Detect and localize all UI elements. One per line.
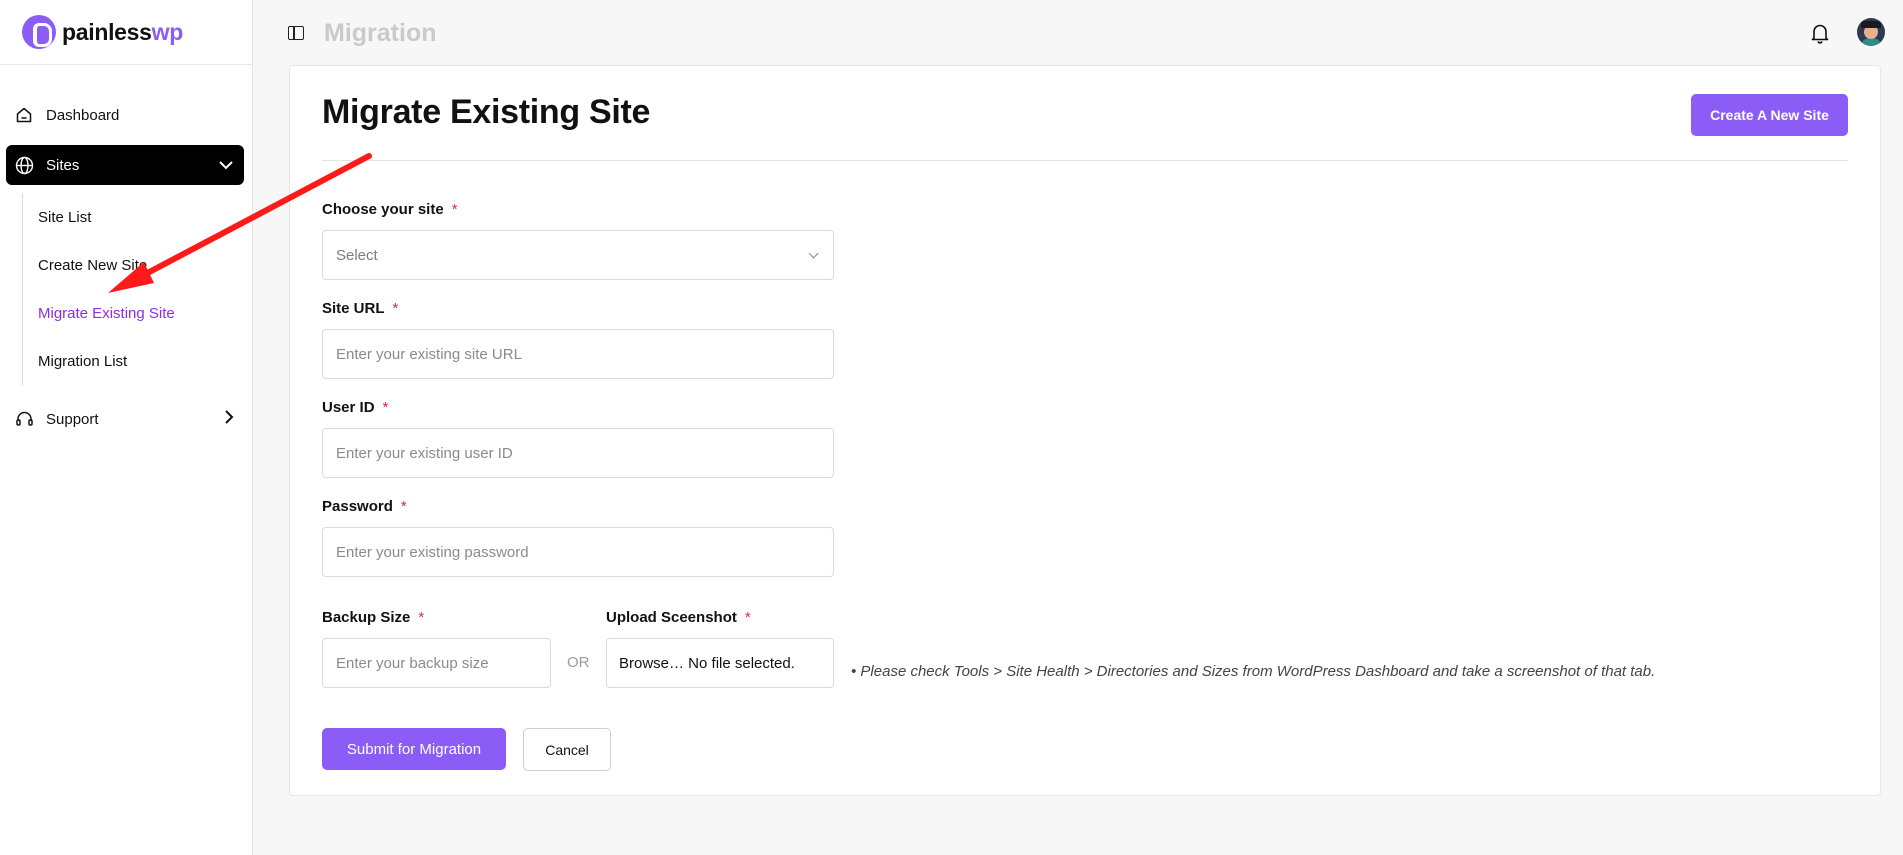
sidebar-item-support[interactable]: Support: [6, 399, 244, 439]
sidebar-item-label: Dashboard: [46, 106, 120, 124]
user-id-input[interactable]: [322, 428, 834, 478]
submit-for-migration-button[interactable]: Submit for Migration: [322, 728, 506, 770]
home-icon: [14, 105, 34, 125]
sidebar-nav: Dashboard Sites Site List Create New Sit…: [0, 65, 252, 439]
painlesswp-logo-icon: [22, 15, 56, 49]
password-input[interactable]: [322, 527, 834, 577]
notification-bell-icon[interactable]: [1810, 22, 1830, 44]
file-input-value: Browse… No file selected.: [619, 654, 795, 672]
chevron-down-icon[interactable]: [218, 157, 234, 174]
sidebar-item-label: Support: [46, 410, 99, 428]
chevron-right-icon[interactable]: [224, 409, 234, 429]
site-url-input[interactable]: [322, 329, 834, 379]
sidebar: painlesswp Dashboard Sites Site List Cre…: [0, 0, 253, 855]
page-header-title: Migration: [324, 18, 437, 47]
submenu-item-migrate-existing-site[interactable]: Migrate Existing Site: [38, 289, 252, 337]
user-avatar[interactable]: [1857, 18, 1885, 46]
submenu-item-site-list[interactable]: Site List: [38, 193, 252, 241]
sidebar-toggle-icon[interactable]: [288, 26, 304, 40]
backup-size-input[interactable]: [322, 638, 551, 688]
submenu-item-migration-list[interactable]: Migration List: [38, 337, 252, 385]
password-label: Password *: [322, 498, 407, 515]
brand-name: painlesswp: [62, 18, 183, 45]
globe-icon: [14, 155, 34, 175]
sites-submenu: Site List Create New Site Migrate Existi…: [22, 193, 252, 385]
choose-site-label: Choose your site *: [322, 201, 458, 218]
create-new-site-button[interactable]: Create A New Site: [1691, 94, 1848, 136]
choose-site-selected-value: Select: [336, 246, 378, 264]
page-title: Migrate Existing Site: [322, 93, 651, 131]
brand-logo[interactable]: painlesswp: [0, 0, 252, 65]
migration-form-card: Migrate Existing Site Create A New Site …: [289, 65, 1881, 796]
chevron-down-icon: [808, 248, 819, 259]
user-id-label: User ID *: [322, 399, 389, 416]
choose-site-select[interactable]: Select: [322, 230, 834, 280]
screenshot-hint-text: • Please check Tools > Site Health > Dir…: [851, 663, 1656, 680]
upload-screenshot-label: Upload Sceenshot *: [606, 609, 751, 626]
sidebar-item-label: Sites: [46, 156, 80, 174]
card-header: Migrate Existing Site Create A New Site: [322, 66, 1848, 161]
backup-size-label: Backup Size *: [322, 609, 425, 626]
top-bar: Migration: [254, 0, 1903, 66]
or-separator: OR: [567, 654, 590, 671]
submenu-item-create-new-site[interactable]: Create New Site: [38, 241, 252, 289]
site-url-label: Site URL *: [322, 300, 399, 317]
sidebar-item-sites[interactable]: Sites: [6, 145, 244, 185]
upload-screenshot-file-input[interactable]: Browse… No file selected.: [606, 638, 834, 688]
cancel-button[interactable]: Cancel: [523, 728, 611, 771]
sidebar-item-dashboard[interactable]: Dashboard: [6, 95, 244, 135]
headset-icon: [14, 409, 34, 429]
